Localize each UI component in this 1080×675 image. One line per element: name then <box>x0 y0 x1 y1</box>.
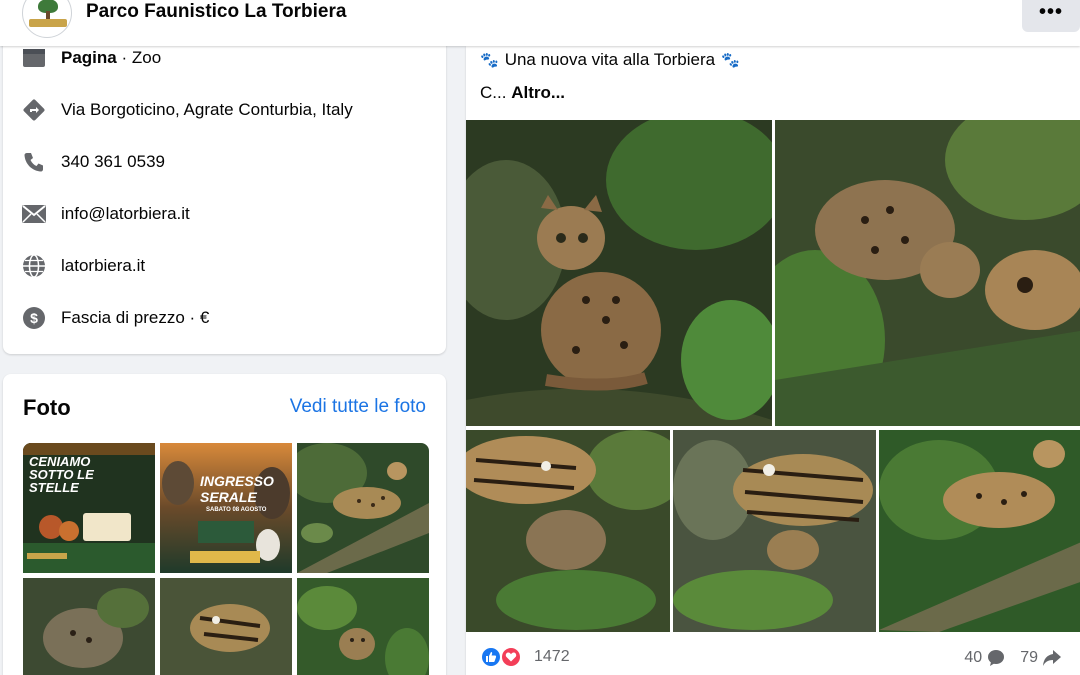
photos-card: Foto Vedi tutte le foto CENIAMO SOTTO LE… <box>3 374 446 675</box>
poster-stelle-text: CENIAMO SOTTO LE STELLE <box>29 454 94 495</box>
category-suffix: · Zoo <box>116 48 162 67</box>
category-text: Pagina · Zoo <box>61 48 161 68</box>
email-icon <box>21 201 47 227</box>
post-photo-1[interactable] <box>466 120 772 426</box>
see-all-photos-link[interactable]: Vedi tutte le foto <box>290 396 426 418</box>
website-link[interactable]: latorbiera.it <box>61 256 145 276</box>
comment-icon[interactable] <box>986 648 1006 668</box>
price-text: Fascia di prezzo · € <box>61 308 210 327</box>
love-icon <box>500 646 522 668</box>
globe-icon <box>21 253 47 279</box>
phone-row[interactable]: 340 361 0539 <box>21 148 165 176</box>
address-row[interactable]: Via Borgoticino, Agrate Conturbia, Italy <box>21 96 353 124</box>
page-icon <box>21 45 47 71</box>
page-logo[interactable] <box>22 0 72 38</box>
email-row[interactable]: info@latorbiera.it <box>21 200 190 228</box>
reactions-summary[interactable]: 1472 <box>480 646 570 668</box>
share-count[interactable]: 79 <box>1020 649 1038 667</box>
photo-thumb-3[interactable] <box>297 443 429 573</box>
photo-thumb-1[interactable]: CENIAMO SOTTO LE STELLE <box>23 443 155 573</box>
poster-serale-title: INGRESSO SERALE <box>200 473 274 505</box>
logo-ribbon <box>29 19 67 27</box>
website-row[interactable]: latorbiera.it <box>21 252 145 280</box>
email-text[interactable]: info@latorbiera.it <box>61 204 190 224</box>
category-row: Pagina · Zoo <box>21 44 161 72</box>
post-text-line: 🐾 Una nuova vita alla Torbiera 🐾 <box>480 50 740 70</box>
post-card: 🐾 Una nuova vita alla Torbiera 🐾 C... Al… <box>466 46 1080 675</box>
reaction-count: 1472 <box>534 648 570 665</box>
svg-text:$: $ <box>30 310 38 326</box>
photo-thumb-6[interactable] <box>297 578 429 675</box>
paw-prints-icon: 🐾 <box>480 52 499 69</box>
address-text[interactable]: Via Borgoticino, Agrate Conturbia, Italy <box>61 100 353 120</box>
photo-thumb-4[interactable] <box>23 578 155 675</box>
logo-trunk <box>46 11 50 19</box>
post-photo-2[interactable] <box>775 120 1080 426</box>
post-truncated-text: C... <box>480 83 507 102</box>
page-header: Parco Faunistico La Torbiera ••• <box>0 0 1080 46</box>
photo-thumb-5[interactable] <box>160 578 292 675</box>
post-stats: 40 79 <box>964 648 1072 668</box>
intro-card: Pagina · Zoo Via Borgoticino, Agrate Con… <box>3 30 446 354</box>
post-text-more: C... Altro... <box>480 83 565 103</box>
post-text: Una nuova vita alla Torbiera <box>504 50 716 69</box>
category-prefix: Pagina <box>61 48 117 67</box>
more-options-button[interactable]: ••• <box>1022 0 1080 32</box>
photos-title: Foto <box>23 395 71 420</box>
price-row: $ Fascia di prezzo · € <box>21 304 209 332</box>
comment-count[interactable]: 40 <box>964 649 982 667</box>
page-title[interactable]: Parco Faunistico La Torbiera <box>86 1 346 23</box>
directions-icon <box>21 97 47 123</box>
phone-icon <box>21 149 47 175</box>
like-icon <box>480 646 502 668</box>
poster-serale-date: SABATO 08 AGOSTO <box>206 507 267 513</box>
post-photo-5[interactable] <box>879 430 1080 632</box>
paw-prints-icon: 🐾 <box>721 52 740 69</box>
price-icon: $ <box>21 305 47 331</box>
share-icon[interactable] <box>1042 648 1062 668</box>
post-photo-4[interactable] <box>673 430 876 632</box>
post-photo-3[interactable] <box>466 430 670 632</box>
see-more-link[interactable]: Altro... <box>511 83 565 102</box>
phone-text[interactable]: 340 361 0539 <box>61 152 165 172</box>
photo-thumb-2[interactable]: INGRESSO SERALE SABATO 08 AGOSTO <box>160 443 292 573</box>
